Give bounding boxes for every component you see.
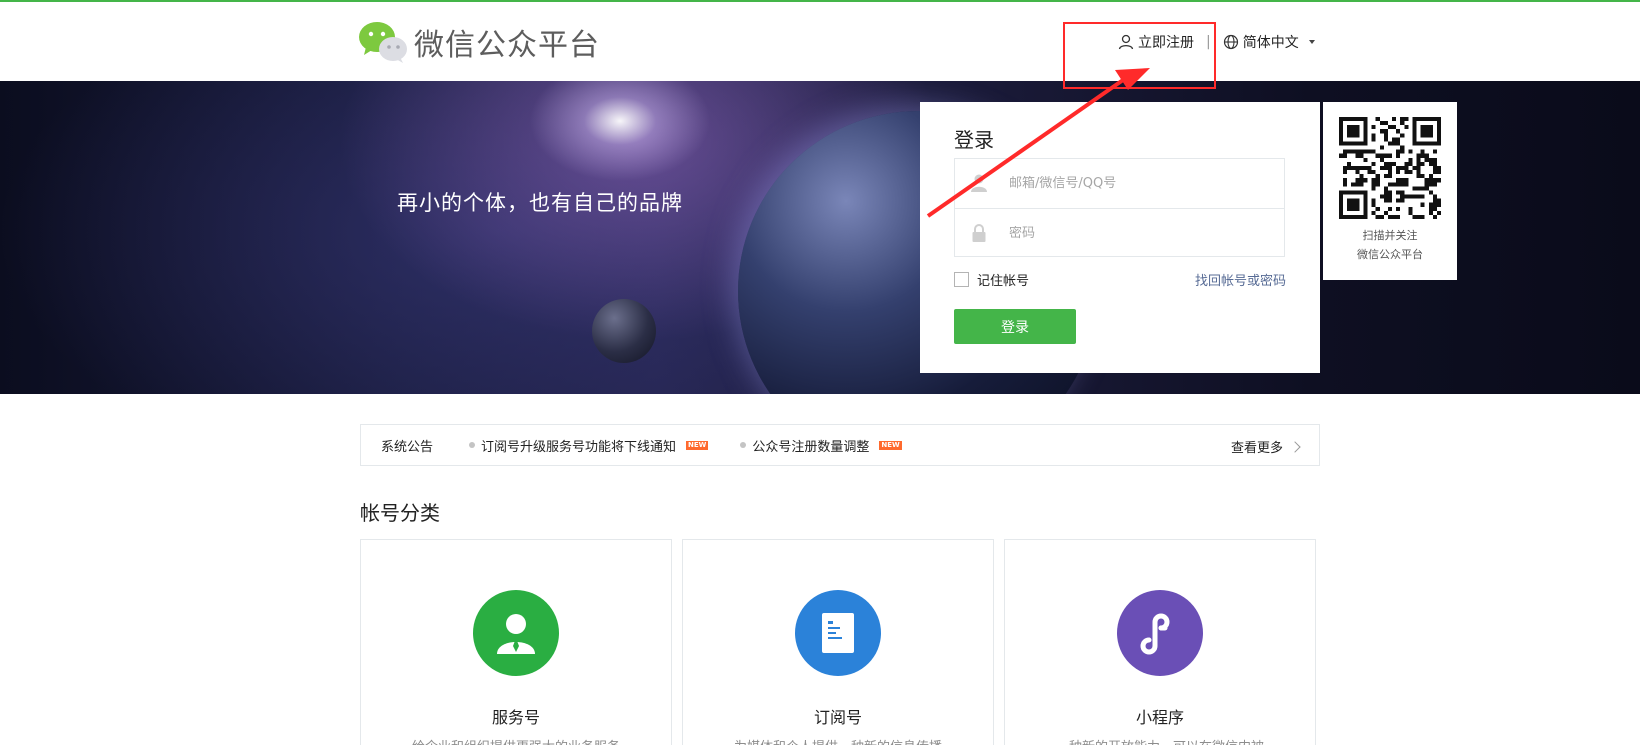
- account-row: [955, 159, 1284, 208]
- person-tie-icon: [497, 614, 535, 654]
- mini-program-logo-icon: [1140, 613, 1170, 655]
- remember-account[interactable]: 记住帐号: [954, 270, 1029, 289]
- card-subscription-account[interactable]: 订阅号 为媒体和个人提供一种新的信息传播: [682, 539, 994, 745]
- language-label: 简体中文: [1242, 35, 1299, 51]
- lock-icon: [972, 224, 986, 242]
- password-row: [955, 208, 1284, 257]
- chevron-right-icon: [1289, 440, 1301, 453]
- password-input[interactable]: [1009, 225, 1269, 241]
- bullet-dot-icon: [469, 442, 475, 448]
- language-selector[interactable]: 简体中文: [1223, 32, 1315, 52]
- new-badge: NEW: [879, 440, 902, 450]
- qr-caption-line1: 扫描并关注: [1362, 229, 1418, 242]
- qr-code: [1339, 117, 1441, 219]
- card-name: 小程序: [1135, 708, 1184, 727]
- notice-item-text: 公众号注册数量调整: [752, 439, 870, 455]
- notice-label: 系统公告: [381, 439, 434, 455]
- card-desc: 一种新的开放能力，可以在微信内被: [1005, 736, 1315, 745]
- banner-slogan: 再小的个体，也有自己的品牌: [397, 191, 683, 215]
- section-title: 帐号分类: [360, 501, 440, 525]
- mini-program-icon: [1117, 590, 1203, 676]
- document-icon: [822, 613, 854, 653]
- account-input[interactable]: [1009, 176, 1269, 191]
- forgot-password-link[interactable]: 找回帐号或密码: [1195, 270, 1286, 289]
- login-title: 登录: [954, 128, 994, 152]
- notice-item[interactable]: 订阅号升级服务号功能将下线通知 NEW: [469, 436, 709, 455]
- notice-more-label: 查看更多: [1230, 441, 1283, 456]
- qr-caption-line2: 微信公众平台: [1357, 248, 1423, 261]
- qr-panel: 扫描并关注 微信公众平台: [1323, 102, 1457, 280]
- card-name: 服务号: [491, 708, 540, 727]
- notice-more-link[interactable]: 查看更多: [1230, 437, 1301, 456]
- remember-label: 记住帐号: [977, 274, 1030, 289]
- login-input-group: [954, 158, 1285, 257]
- card-desc: 给企业和组织提供更强大的业务服务: [361, 736, 671, 745]
- header: 微信公众平台 立即注册 | 简体中文: [0, 2, 1640, 81]
- notice-item[interactable]: 公众号注册数量调整 NEW: [740, 436, 902, 455]
- subscription-account-icon: [795, 590, 881, 676]
- login-panel: 登录 记住帐号 找回帐号或密码 登录: [920, 102, 1320, 373]
- card-name: 订阅号: [813, 708, 862, 727]
- moon-image: [592, 299, 656, 363]
- notice-item-text: 订阅号升级服务号功能将下线通知: [481, 439, 677, 455]
- logo[interactable]: 微信公众平台: [358, 20, 600, 64]
- new-badge: NEW: [686, 440, 709, 450]
- card-service-account[interactable]: 服务号 给企业和组织提供更强大的业务服务: [360, 539, 672, 745]
- bullet-dot-icon: [740, 442, 747, 448]
- caret-down-icon: [1308, 40, 1315, 44]
- wechat-logo-icon: [359, 22, 407, 63]
- user-icon: [971, 174, 987, 192]
- logo-text: 微信公众平台: [414, 28, 600, 63]
- service-account-icon: [473, 590, 559, 676]
- notice-bar: 系统公告 订阅号升级服务号功能将下线通知 NEW 公众号注册数量调整 NEW 查…: [360, 424, 1320, 466]
- remember-checkbox[interactable]: [954, 272, 969, 287]
- globe-icon: [1223, 34, 1238, 50]
- card-desc: 为媒体和个人提供一种新的信息传播: [683, 736, 993, 745]
- annotation-highlight-box: [1063, 22, 1216, 89]
- login-button[interactable]: 登录: [954, 309, 1076, 344]
- qr-caption: 扫描并关注 微信公众平台: [1323, 226, 1457, 264]
- card-mini-program[interactable]: 小程序 一种新的开放能力，可以在微信内被: [1004, 539, 1316, 745]
